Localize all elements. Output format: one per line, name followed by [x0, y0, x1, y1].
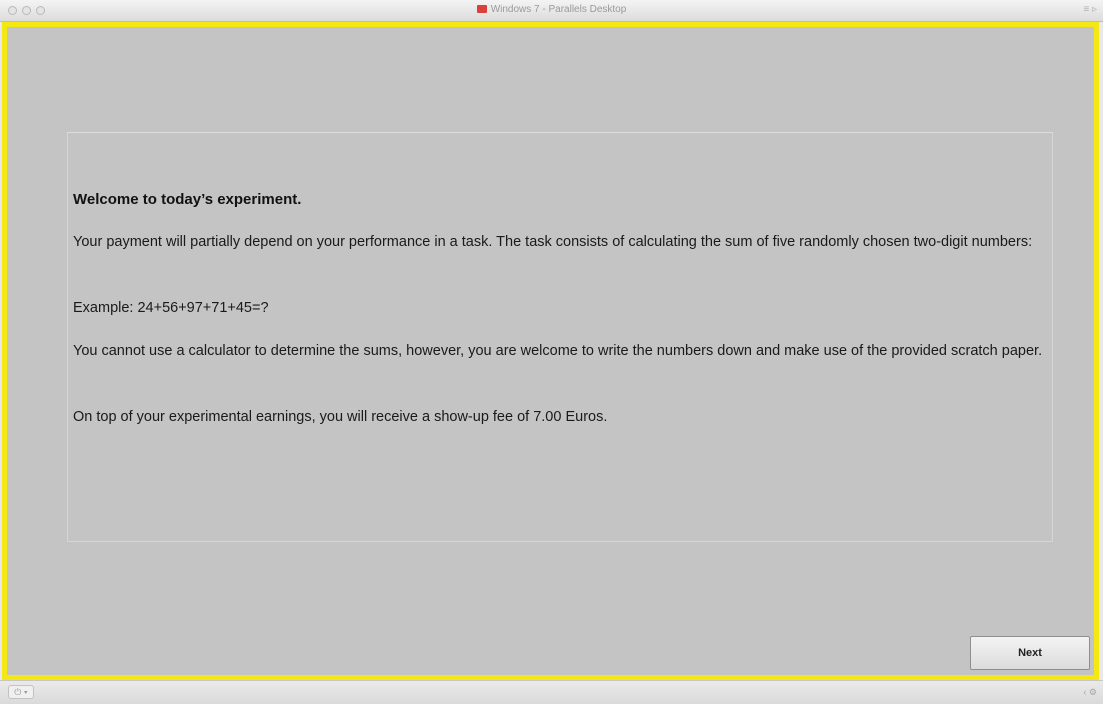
titlebar-right-controls[interactable]: ≡ ▹	[1083, 4, 1097, 15]
window-title-text: Windows 7 - Parallels Desktop	[490, 4, 627, 15]
instruction-paragraph-showup-fee: On top of your experimental earnings, yo…	[73, 409, 608, 425]
power-menu-button[interactable]: ⏻ ▾	[8, 685, 34, 699]
instruction-paragraph-calculator: You cannot use a calculator to determine…	[73, 343, 1043, 359]
window-titlebar: Windows 7 - Parallels Desktop ≡ ▹	[0, 0, 1103, 22]
instruction-paragraph-example: Example: 24+56+97+71+45=?	[73, 300, 269, 316]
window-title: Windows 7 - Parallels Desktop	[0, 4, 1103, 15]
next-button[interactable]: Next	[970, 636, 1090, 670]
parallels-windows-icon	[476, 5, 487, 13]
statusbar-right-controls[interactable]: ‹ ⚙	[1083, 687, 1097, 698]
welcome-heading: Welcome to today’s experiment.	[73, 191, 302, 208]
window-statusbar: ⏻ ▾ ‹ ⚙	[0, 680, 1103, 704]
vm-screen: Welcome to today’s experiment. Your paym…	[2, 22, 1099, 680]
instruction-paragraph-payment: Your payment will partially depend on yo…	[73, 234, 1033, 250]
instructions-panel: Welcome to today’s experiment. Your paym…	[67, 132, 1053, 542]
